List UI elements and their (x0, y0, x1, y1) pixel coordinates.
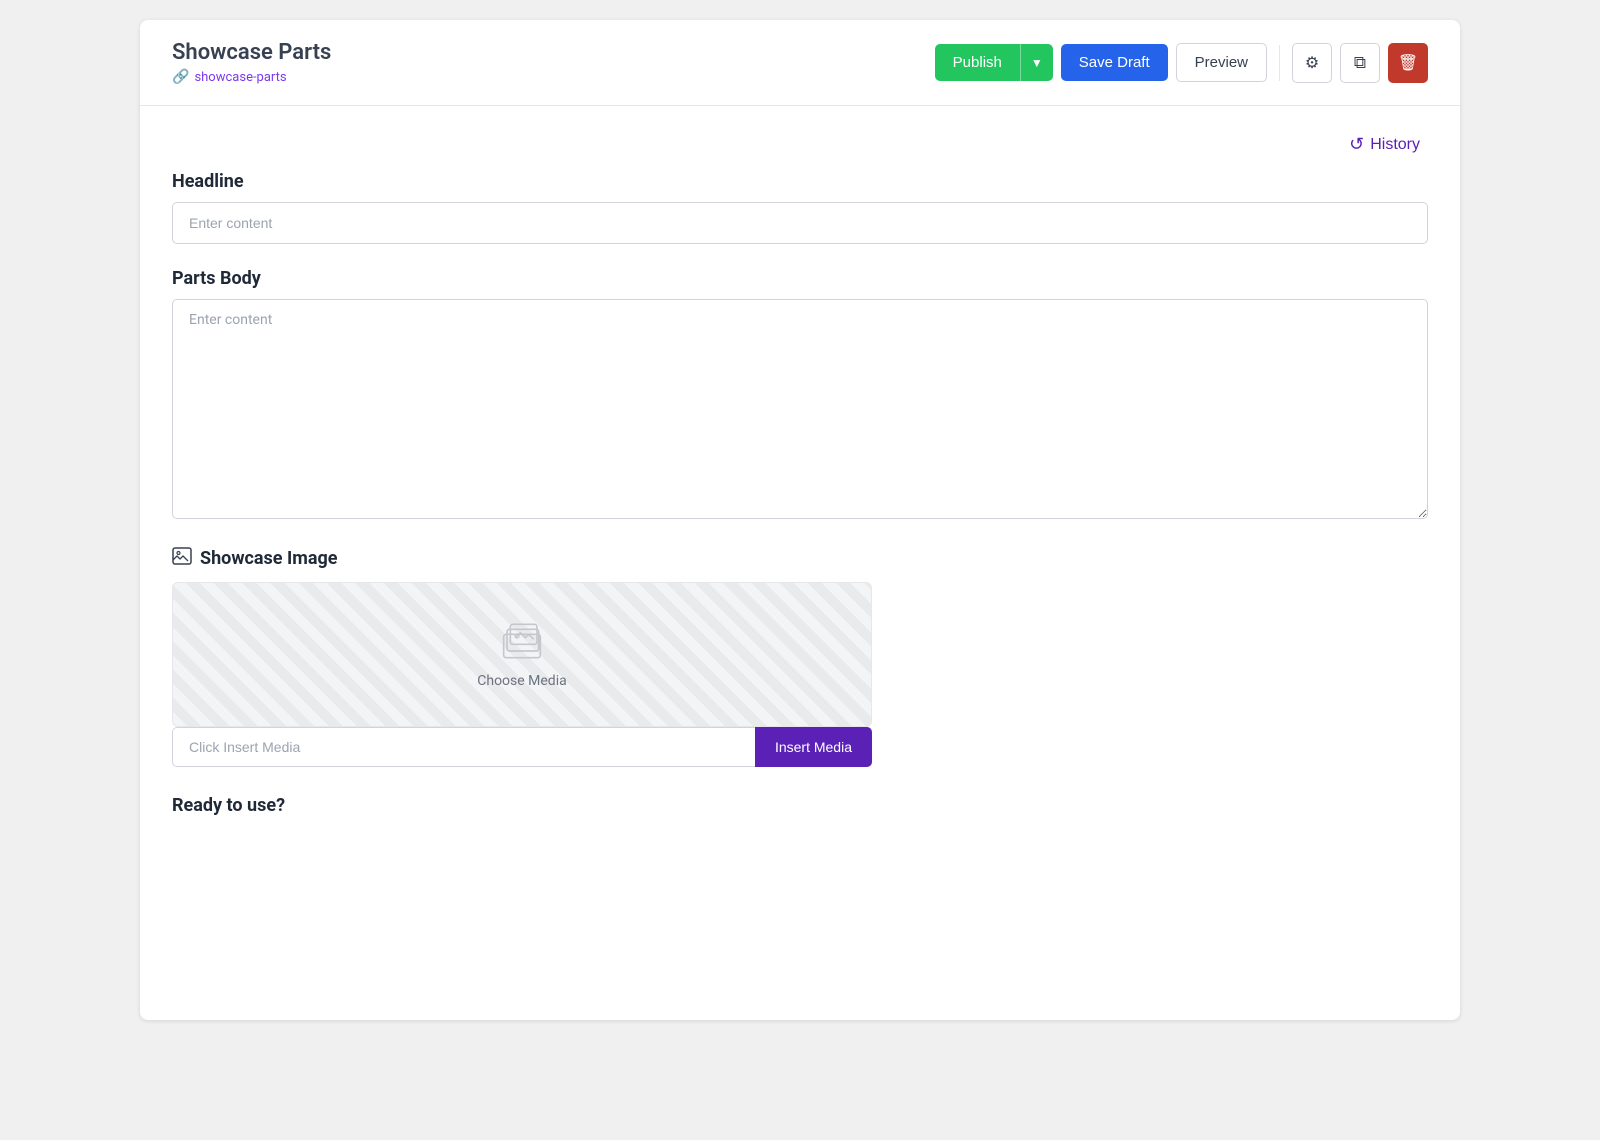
page-title: Showcase Parts (172, 40, 331, 65)
parts-body-textarea[interactable] (172, 299, 1428, 519)
delete-button[interactable]: 🗑 (1388, 43, 1428, 83)
publish-dropdown-arrow[interactable]: ▼ (1021, 46, 1053, 80)
media-upload-area[interactable]: Choose Media (172, 582, 872, 727)
headline-label: Headline (172, 171, 1428, 192)
header-title-group: Showcase Parts 🔗 showcase-parts (172, 40, 331, 85)
history-button[interactable]: ↺ History (1341, 130, 1428, 159)
duplicate-button[interactable]: ⧉ (1340, 43, 1380, 83)
media-stack-icon (497, 621, 547, 665)
showcase-image-section: Showcase Image (172, 547, 1428, 570)
image-icon (172, 547, 192, 570)
insert-media-button[interactable]: Insert Media (755, 727, 872, 767)
header: Showcase Parts 🔗 showcase-parts Publish … (140, 20, 1460, 106)
headline-input[interactable] (172, 202, 1428, 244)
ready-to-use-label: Ready to use? (172, 795, 1428, 816)
parts-body-label: Parts Body (172, 268, 1428, 289)
showcase-image-label-text: Showcase Image (200, 548, 338, 569)
slug-text: showcase-parts (194, 70, 286, 85)
media-insert-input[interactable] (172, 727, 755, 767)
media-insert-row: Insert Media (172, 727, 872, 767)
main-content: ↺ History Headline Parts Body Showcase I… (140, 106, 1460, 848)
settings-icon: ⚙ (1305, 53, 1319, 73)
delete-icon: 🗑 (1398, 53, 1418, 73)
page-slug: 🔗 showcase-parts (172, 69, 331, 85)
duplicate-icon: ⧉ (1354, 53, 1366, 73)
choose-media-text: Choose Media (477, 673, 566, 689)
history-icon: ↺ (1349, 134, 1364, 155)
page-wrapper: Showcase Parts 🔗 showcase-parts Publish … (140, 20, 1460, 1020)
history-label: History (1370, 136, 1420, 154)
settings-button[interactable]: ⚙ (1292, 43, 1332, 83)
header-actions: Publish ▼ Save Draft Preview ⚙ ⧉ 🗑 (935, 43, 1428, 83)
publish-button[interactable]: Publish ▼ (935, 44, 1053, 81)
preview-button[interactable]: Preview (1176, 43, 1267, 82)
history-row: ↺ History (172, 130, 1428, 159)
action-divider (1279, 45, 1280, 81)
link-icon: 🔗 (172, 69, 189, 85)
save-draft-button[interactable]: Save Draft (1061, 44, 1168, 81)
publish-label: Publish (935, 44, 1021, 81)
